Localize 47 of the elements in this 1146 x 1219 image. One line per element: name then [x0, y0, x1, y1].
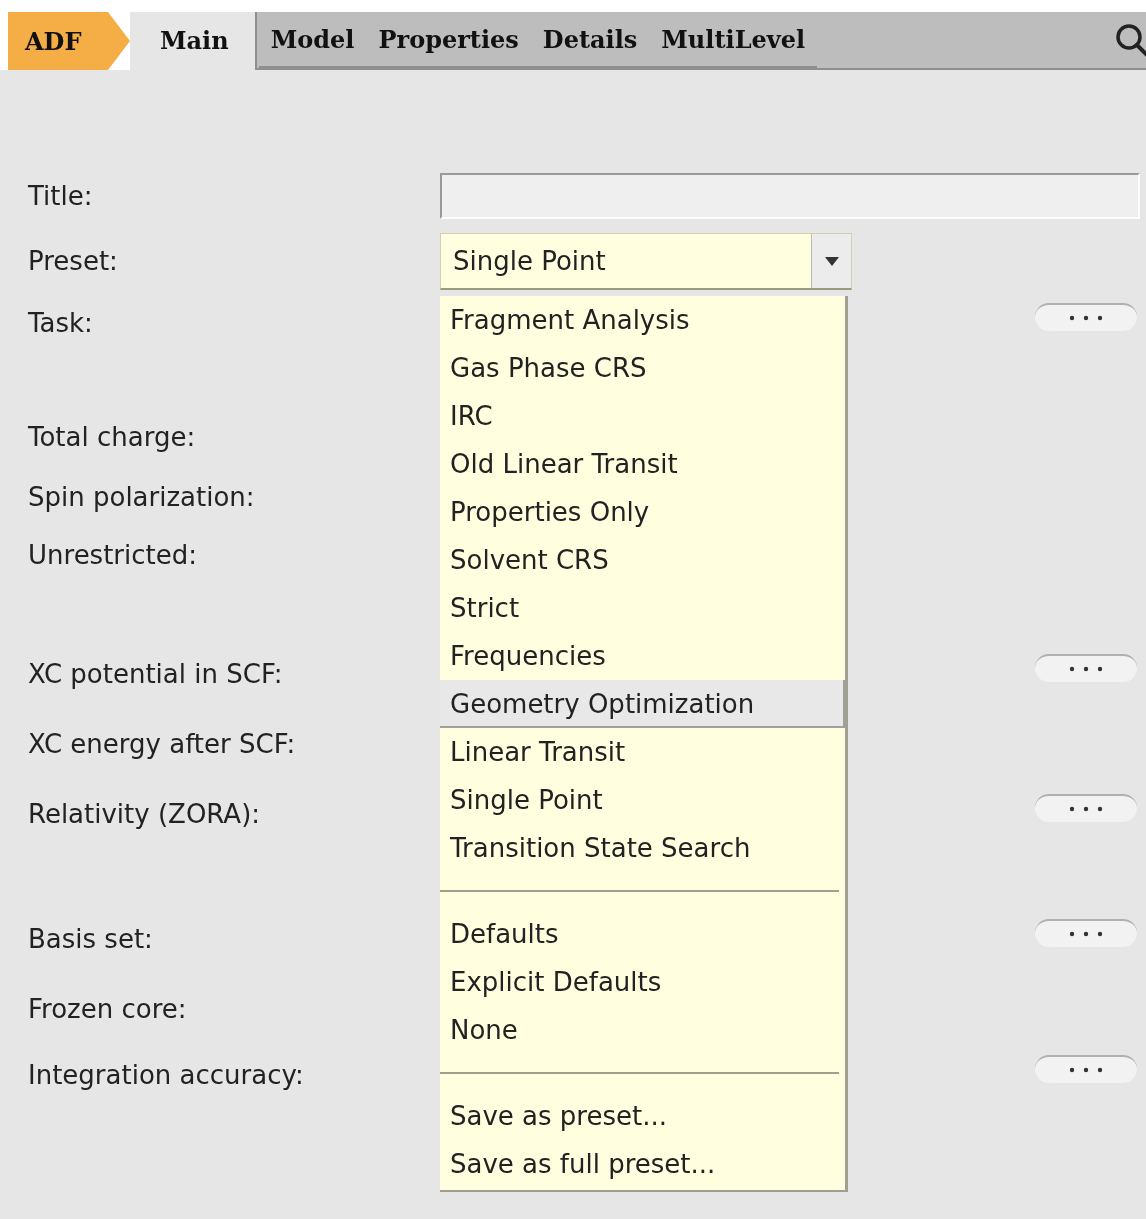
field-label: Unrestricted: [28, 539, 199, 572]
field-label: Frozen core: [28, 993, 188, 1026]
menu-item[interactable]: Save as preset... [440, 1092, 845, 1140]
menu-item[interactable]: Single Point [440, 776, 845, 824]
field-label: Integration accuracy: [28, 1059, 305, 1092]
menu-item[interactable]: Defaults [440, 910, 845, 958]
more-options-button[interactable] [1035, 1055, 1137, 1083]
more-options-button[interactable] [1035, 654, 1137, 682]
field-label: Relativity (ZORA): [28, 798, 262, 831]
menu-item[interactable]: Old Linear Transit [440, 440, 845, 488]
module-tab[interactable]: ADF [8, 12, 130, 70]
menu-item[interactable]: Gas Phase CRS [440, 344, 845, 392]
field-label: Spin polarization: [28, 481, 256, 514]
preset-dropdown[interactable]: Single Point [440, 233, 852, 290]
field-label: XC energy after SCF: [28, 728, 297, 761]
menu-item[interactable]: Fragment Analysis [440, 296, 845, 344]
ellipsis-icon [1069, 315, 1103, 321]
menu-item[interactable]: Save as full preset... [440, 1140, 845, 1188]
menu-item[interactable]: Strict [440, 584, 845, 632]
menu-item[interactable]: Linear Transit [440, 728, 845, 776]
ellipsis-icon [1069, 931, 1103, 937]
ellipsis-icon [1069, 806, 1103, 812]
more-options-button[interactable] [1035, 303, 1137, 331]
search-icon[interactable] [1114, 22, 1146, 58]
caret-icon [824, 256, 839, 266]
menu-item[interactable]: Frequencies [440, 632, 845, 680]
menu-item[interactable]: Geometry Optimization [440, 680, 845, 728]
menu-item[interactable]: Solvent CRS [440, 536, 845, 584]
field-label: Task: [28, 307, 94, 340]
title-field[interactable] [440, 173, 1140, 219]
more-options-button[interactable] [1035, 919, 1137, 947]
field-label: XC potential in SCF: [28, 658, 284, 691]
menu-item[interactable]: None [440, 1006, 845, 1054]
more-options-button[interactable] [1035, 794, 1137, 822]
menu-item[interactable]: Transition State Search [440, 824, 845, 872]
menu-item[interactable]: IRC [440, 392, 845, 440]
dropdown-value: Single Point [452, 245, 607, 278]
ellipsis-icon [1069, 1067, 1103, 1073]
menu-item[interactable]: Properties Only [440, 488, 845, 536]
dropdown-arrow-button[interactable] [811, 234, 851, 288]
field-label: Total charge: [28, 421, 197, 454]
ellipsis-icon [1069, 666, 1103, 672]
field-label: Title: [28, 180, 94, 213]
field-label: Preset: [28, 245, 119, 278]
field-label: Basis set: [28, 923, 154, 956]
tab[interactable]: Main [130, 12, 255, 70]
menu-item[interactable]: Explicit Defaults [440, 958, 845, 1006]
